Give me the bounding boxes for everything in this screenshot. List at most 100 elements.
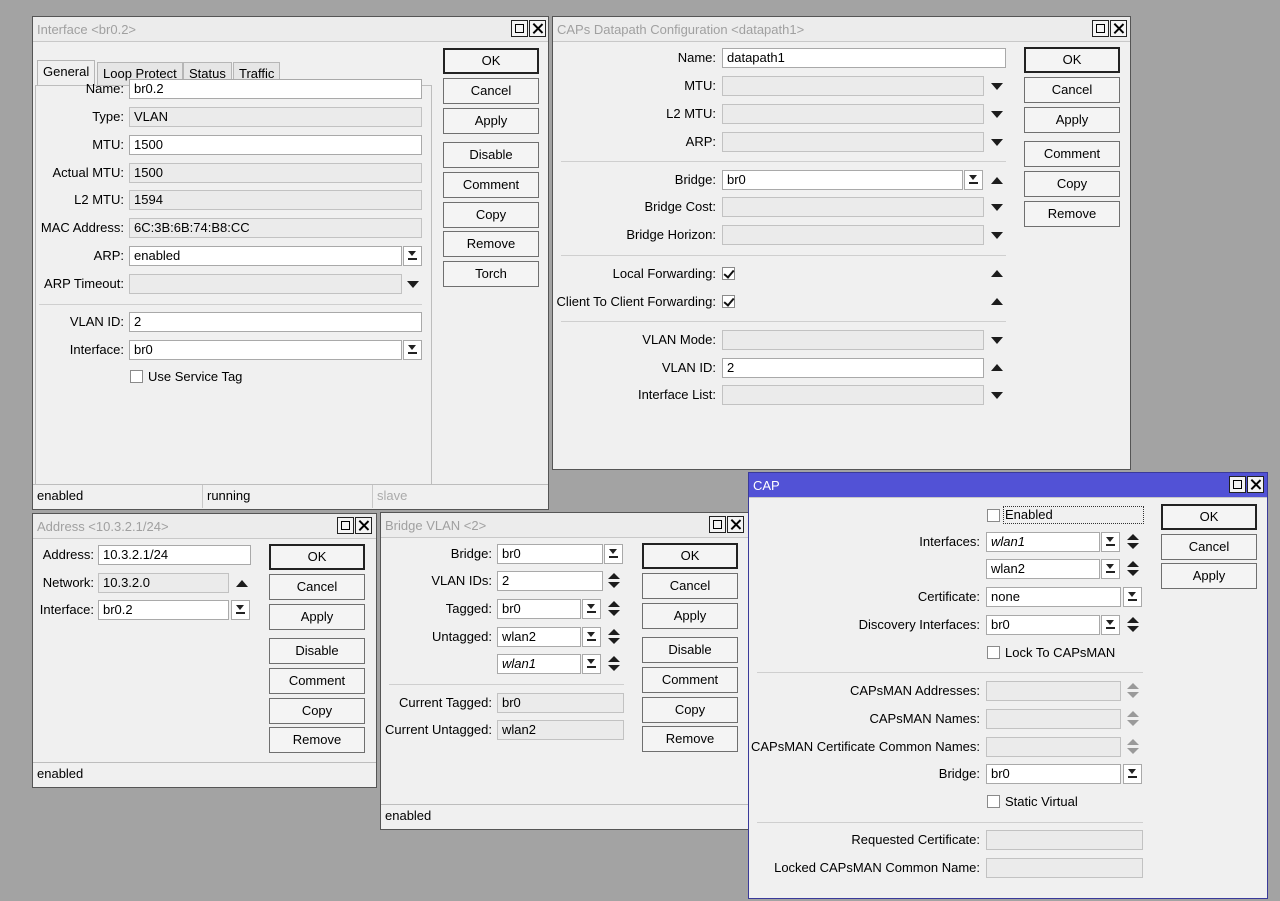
interfaces-2-add-remove-icon[interactable] — [1127, 560, 1139, 578]
apply-button[interactable]: Apply — [642, 603, 738, 629]
bridge-field[interactable]: br0 — [986, 764, 1121, 784]
arp-dropdown-icon[interactable] — [403, 246, 422, 266]
cap-window-titlebar[interactable]: CAP — [749, 473, 1267, 498]
mtu-field[interactable] — [722, 76, 984, 96]
torch-button[interactable]: Torch — [443, 261, 539, 287]
bridge-vlan-window-titlebar[interactable]: Bridge VLAN <2> — [381, 513, 748, 538]
untagged-field-1[interactable]: wlan2 — [497, 627, 581, 647]
maximize-icon[interactable] — [1229, 476, 1246, 493]
maximize-icon[interactable] — [511, 20, 528, 37]
arp-timeout-expand-icon[interactable] — [407, 281, 419, 288]
disable-button[interactable]: Disable — [443, 142, 539, 168]
vlan-mode-expand-icon[interactable] — [991, 337, 1003, 344]
bridge-cost-field[interactable] — [722, 197, 984, 217]
close-icon[interactable] — [529, 20, 546, 37]
network-field[interactable]: 10.3.2.0 — [98, 573, 229, 593]
remove-button[interactable]: Remove — [642, 726, 738, 752]
maximize-icon[interactable] — [337, 517, 354, 534]
close-icon[interactable] — [1247, 476, 1264, 493]
copy-button[interactable]: Copy — [443, 202, 539, 228]
interfaces-1-add-remove-icon[interactable] — [1127, 533, 1139, 551]
comment-button[interactable]: Comment — [269, 668, 365, 694]
disable-button[interactable]: Disable — [642, 637, 738, 663]
vlan-ids-field[interactable]: 2 — [497, 571, 603, 591]
name-field[interactable]: datapath1 — [722, 48, 1006, 68]
l2-mtu-expand-icon[interactable] — [991, 111, 1003, 118]
network-collapse-icon[interactable] — [236, 580, 248, 587]
comment-button[interactable]: Comment — [1024, 141, 1120, 167]
local-forwarding-checkbox[interactable] — [722, 267, 735, 280]
ok-button[interactable]: OK — [642, 543, 738, 569]
cancel-button[interactable]: Cancel — [1161, 534, 1257, 560]
interface-field[interactable]: br0.2 — [98, 600, 229, 620]
address-field[interactable]: 10.3.2.1/24 — [98, 545, 251, 565]
interface-list-expand-icon[interactable] — [991, 392, 1003, 399]
bridge-field[interactable]: br0 — [722, 170, 963, 190]
arp-expand-icon[interactable] — [991, 139, 1003, 146]
close-icon[interactable] — [355, 517, 372, 534]
apply-button[interactable]: Apply — [443, 108, 539, 134]
static-virtual-checkbox[interactable] — [987, 795, 1000, 808]
ok-button[interactable]: OK — [1024, 47, 1120, 73]
tagged-dropdown-icon[interactable] — [582, 599, 601, 619]
cancel-button[interactable]: Cancel — [269, 574, 365, 600]
caps-datapath-window-titlebar[interactable]: CAPs Datapath Configuration <datapath1> — [553, 17, 1130, 42]
apply-button[interactable]: Apply — [1024, 107, 1120, 133]
client-to-client-forwarding-checkbox[interactable] — [722, 295, 735, 308]
remove-button[interactable]: Remove — [443, 231, 539, 257]
ok-button[interactable]: OK — [443, 48, 539, 74]
bridge-horizon-expand-icon[interactable] — [991, 232, 1003, 239]
ok-button[interactable]: OK — [269, 544, 365, 570]
vlan-ids-add-remove-icon[interactable] — [608, 572, 620, 590]
vlan-mode-field[interactable] — [722, 330, 984, 350]
arp-field[interactable] — [722, 132, 984, 152]
bridge-dropdown-icon[interactable] — [1123, 764, 1142, 784]
capsman-names-add-remove-icon[interactable] — [1127, 710, 1139, 728]
interface-list-field[interactable] — [722, 385, 984, 405]
copy-button[interactable]: Copy — [269, 698, 365, 724]
vlan-id-field[interactable]: 2 — [129, 312, 422, 332]
remove-button[interactable]: Remove — [1024, 201, 1120, 227]
interface-dropdown-icon[interactable] — [403, 340, 422, 360]
bridge-dropdown-icon[interactable] — [604, 544, 623, 564]
cancel-button[interactable]: Cancel — [1024, 77, 1120, 103]
vlan-id-field[interactable]: 2 — [722, 358, 984, 378]
arp-field[interactable]: enabled — [129, 246, 402, 266]
maximize-icon[interactable] — [1092, 20, 1109, 37]
tagged-add-remove-icon[interactable] — [608, 600, 620, 618]
mtu-field[interactable]: 1500 — [129, 135, 422, 155]
interface-field[interactable]: br0 — [129, 340, 402, 360]
untagged-2-dropdown-icon[interactable] — [582, 654, 601, 674]
vlan-id-collapse-icon[interactable] — [991, 364, 1003, 371]
lock-to-capsman-checkbox[interactable] — [987, 646, 1000, 659]
address-window-titlebar[interactable]: Address <10.3.2.1/24> — [33, 514, 376, 539]
certificate-field[interactable]: none — [986, 587, 1121, 607]
interface-window-titlebar[interactable]: Interface <br0.2> — [33, 17, 548, 42]
interfaces-1-dropdown-icon[interactable] — [1101, 532, 1120, 552]
bridge-cost-expand-icon[interactable] — [991, 204, 1003, 211]
name-field[interactable]: br0.2 — [129, 79, 422, 99]
untagged-1-dropdown-icon[interactable] — [582, 627, 601, 647]
capsman-addresses-add-remove-icon[interactable] — [1127, 682, 1139, 700]
apply-button[interactable]: Apply — [269, 604, 365, 630]
interfaces-field-2[interactable]: wlan2 — [986, 559, 1100, 579]
discovery-interfaces-field[interactable]: br0 — [986, 615, 1100, 635]
bridge-field[interactable]: br0 — [497, 544, 603, 564]
untagged-1-add-remove-icon[interactable] — [608, 628, 620, 646]
comment-button[interactable]: Comment — [642, 667, 738, 693]
discovery-interfaces-dropdown-icon[interactable] — [1101, 615, 1120, 635]
copy-button[interactable]: Copy — [1024, 171, 1120, 197]
comment-button[interactable]: Comment — [443, 172, 539, 198]
interfaces-2-dropdown-icon[interactable] — [1101, 559, 1120, 579]
untagged-2-add-remove-icon[interactable] — [608, 655, 620, 673]
bridge-horizon-field[interactable] — [722, 225, 984, 245]
interfaces-field-1[interactable]: wlan1 — [986, 532, 1100, 552]
arp-timeout-field[interactable] — [129, 274, 402, 294]
discovery-interfaces-add-remove-icon[interactable] — [1127, 616, 1139, 634]
enabled-checkbox[interactable] — [987, 509, 1000, 522]
capsman-names-field[interactable] — [986, 709, 1121, 729]
cancel-button[interactable]: Cancel — [443, 78, 539, 104]
capsman-cert-common-names-field[interactable] — [986, 737, 1121, 757]
mtu-expand-icon[interactable] — [991, 83, 1003, 90]
bridge-dropdown-icon[interactable] — [964, 170, 983, 190]
